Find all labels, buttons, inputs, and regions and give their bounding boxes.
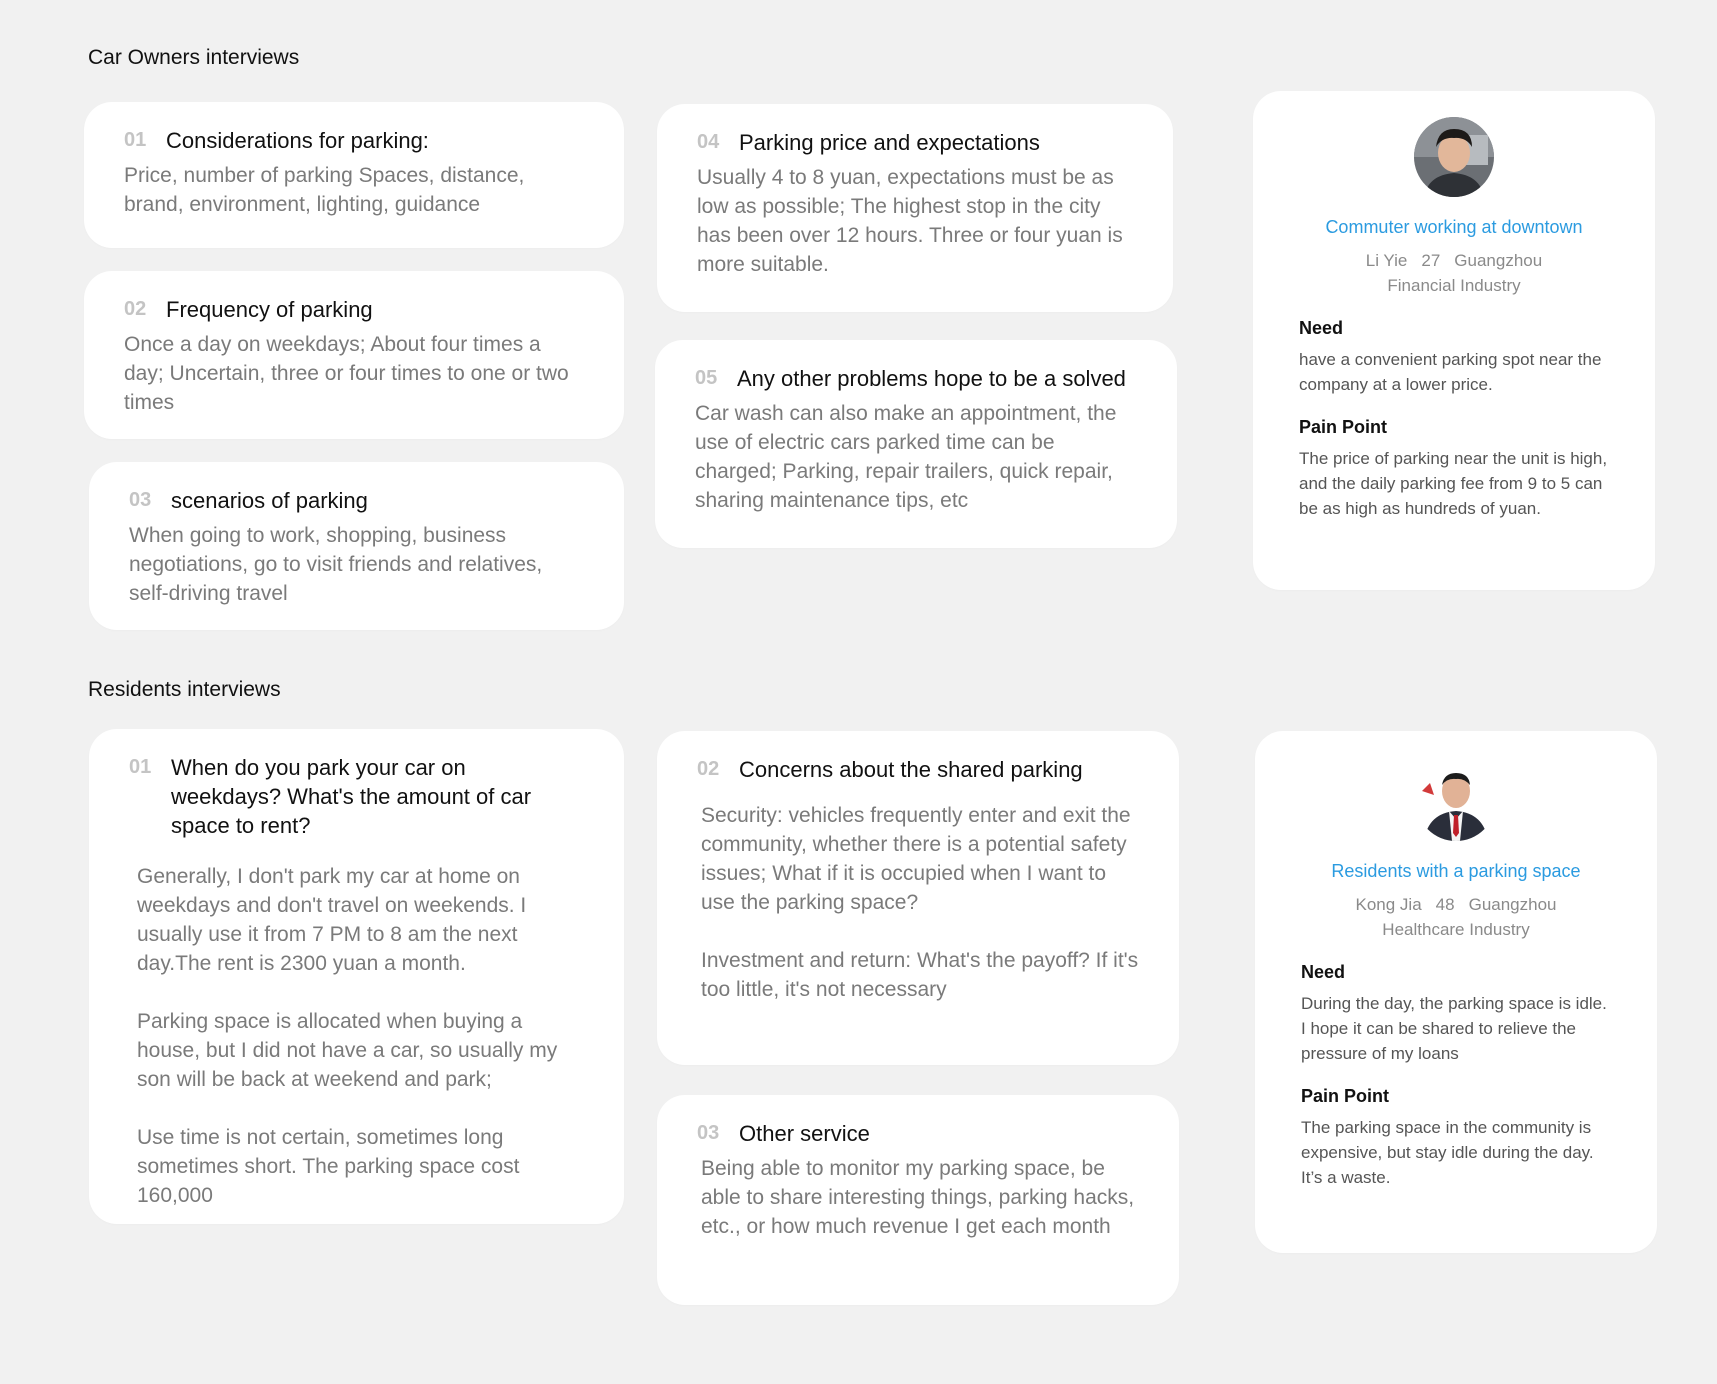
question-card: 03 scenarios of parking When going to wo… <box>89 462 624 630</box>
section-title-residents: Residents interviews <box>88 678 281 701</box>
persona-name: Kong Jia <box>1355 895 1422 914</box>
persona-city: Guangzhou <box>1468 895 1557 914</box>
answer-text: Price, number of parking Spaces, distanc… <box>124 164 525 216</box>
question-card: 04 Parking price and expectations Usuall… <box>657 104 1173 312</box>
person-photo-icon <box>1414 117 1494 197</box>
person-photo-icon <box>1416 761 1496 841</box>
persona-info: Kong Jia 48 Guangzhou Healthcare Industry <box>1301 892 1611 942</box>
persona-industry: Healthcare Industry <box>1382 920 1530 939</box>
question-title: Considerations for parking: <box>166 128 429 153</box>
question-card: 02 Frequency of parking Once a day on we… <box>84 271 624 439</box>
answer-text: Generally, I don't park my car at home o… <box>137 865 527 975</box>
question-title: Concerns about the shared parking <box>739 757 1083 782</box>
question-title: Other service <box>739 1121 870 1146</box>
answer-text: Use time is not certain, sometimes long … <box>137 1126 520 1207</box>
persona-card: Residents with a parking space Kong Jia 4… <box>1255 731 1657 1253</box>
persona-industry: Financial Industry <box>1387 276 1521 295</box>
answer-text: Being able to monitor my parking space, … <box>701 1157 1135 1238</box>
pain-point-text: The price of parking near the unit is hi… <box>1299 449 1608 518</box>
question-number: 03 <box>129 489 152 511</box>
answer-text: Investment and return: What's the payoff… <box>701 949 1139 1001</box>
answer-text: Security: vehicles frequently enter and … <box>701 804 1131 914</box>
question-title: Parking price and expectations <box>739 130 1040 155</box>
avatar <box>1416 761 1496 841</box>
question-card: 02 Concerns about the shared parking Sec… <box>657 731 1179 1065</box>
section-title-car-owners: Car Owners interviews <box>88 46 300 69</box>
question-number: 02 <box>124 298 147 320</box>
persona-age: 27 <box>1421 251 1441 270</box>
persona-age: 48 <box>1435 895 1455 914</box>
answer-text: Usually 4 to 8 yuan, expectations must b… <box>697 166 1123 276</box>
persona-name: Li Yie <box>1365 251 1408 270</box>
question-card: 01 When do you park your car on weekdays… <box>89 729 624 1224</box>
pain-point-text: The parking space in the community is ex… <box>1301 1118 1594 1187</box>
question-title: When do you park your car on weekdays? W… <box>171 755 532 838</box>
answer-text: Once a day on weekdays; About four times… <box>124 333 569 414</box>
avatar <box>1414 117 1494 197</box>
question-number: 05 <box>695 367 718 389</box>
question-title: scenarios of parking <box>171 488 368 513</box>
persona-city: Guangzhou <box>1454 251 1543 270</box>
need-label: Need <box>1301 962 1346 982</box>
persona-info: Li Yie 27 Guangzhou Financial Industry <box>1299 248 1609 298</box>
question-card: 01 Considerations for parking: Price, nu… <box>84 102 624 248</box>
question-card: 05 Any other problems hope to be a solve… <box>655 340 1177 548</box>
persona-role: Residents with a parking space <box>1331 861 1581 881</box>
persona-card: Commuter working at downtown Li Yie 27 Gua… <box>1253 91 1655 590</box>
pain-point-label: Pain Point <box>1301 1086 1390 1106</box>
question-number: 01 <box>129 756 152 778</box>
question-number: 04 <box>697 131 720 153</box>
answer-text: Car wash can also make an appointment, t… <box>695 402 1117 512</box>
answer-text: When going to work, shopping, business n… <box>129 524 543 605</box>
need-label: Need <box>1299 318 1344 338</box>
answer-text: Parking space is allocated when buying a… <box>137 1010 558 1091</box>
question-number: 02 <box>697 758 720 780</box>
need-text: have a convenient parking spot near the … <box>1299 350 1602 394</box>
persona-role: Commuter working at downtown <box>1325 217 1583 237</box>
question-card: 03 Other service Being able to monitor m… <box>657 1095 1179 1305</box>
question-title: Any other problems hope to be a solved <box>737 366 1126 391</box>
question-number: 01 <box>124 129 147 151</box>
question-title: Frequency of parking <box>166 297 373 322</box>
need-text: During the day, the parking space is idl… <box>1301 994 1607 1063</box>
question-number: 03 <box>697 1122 720 1144</box>
pain-point-label: Pain Point <box>1299 417 1388 437</box>
